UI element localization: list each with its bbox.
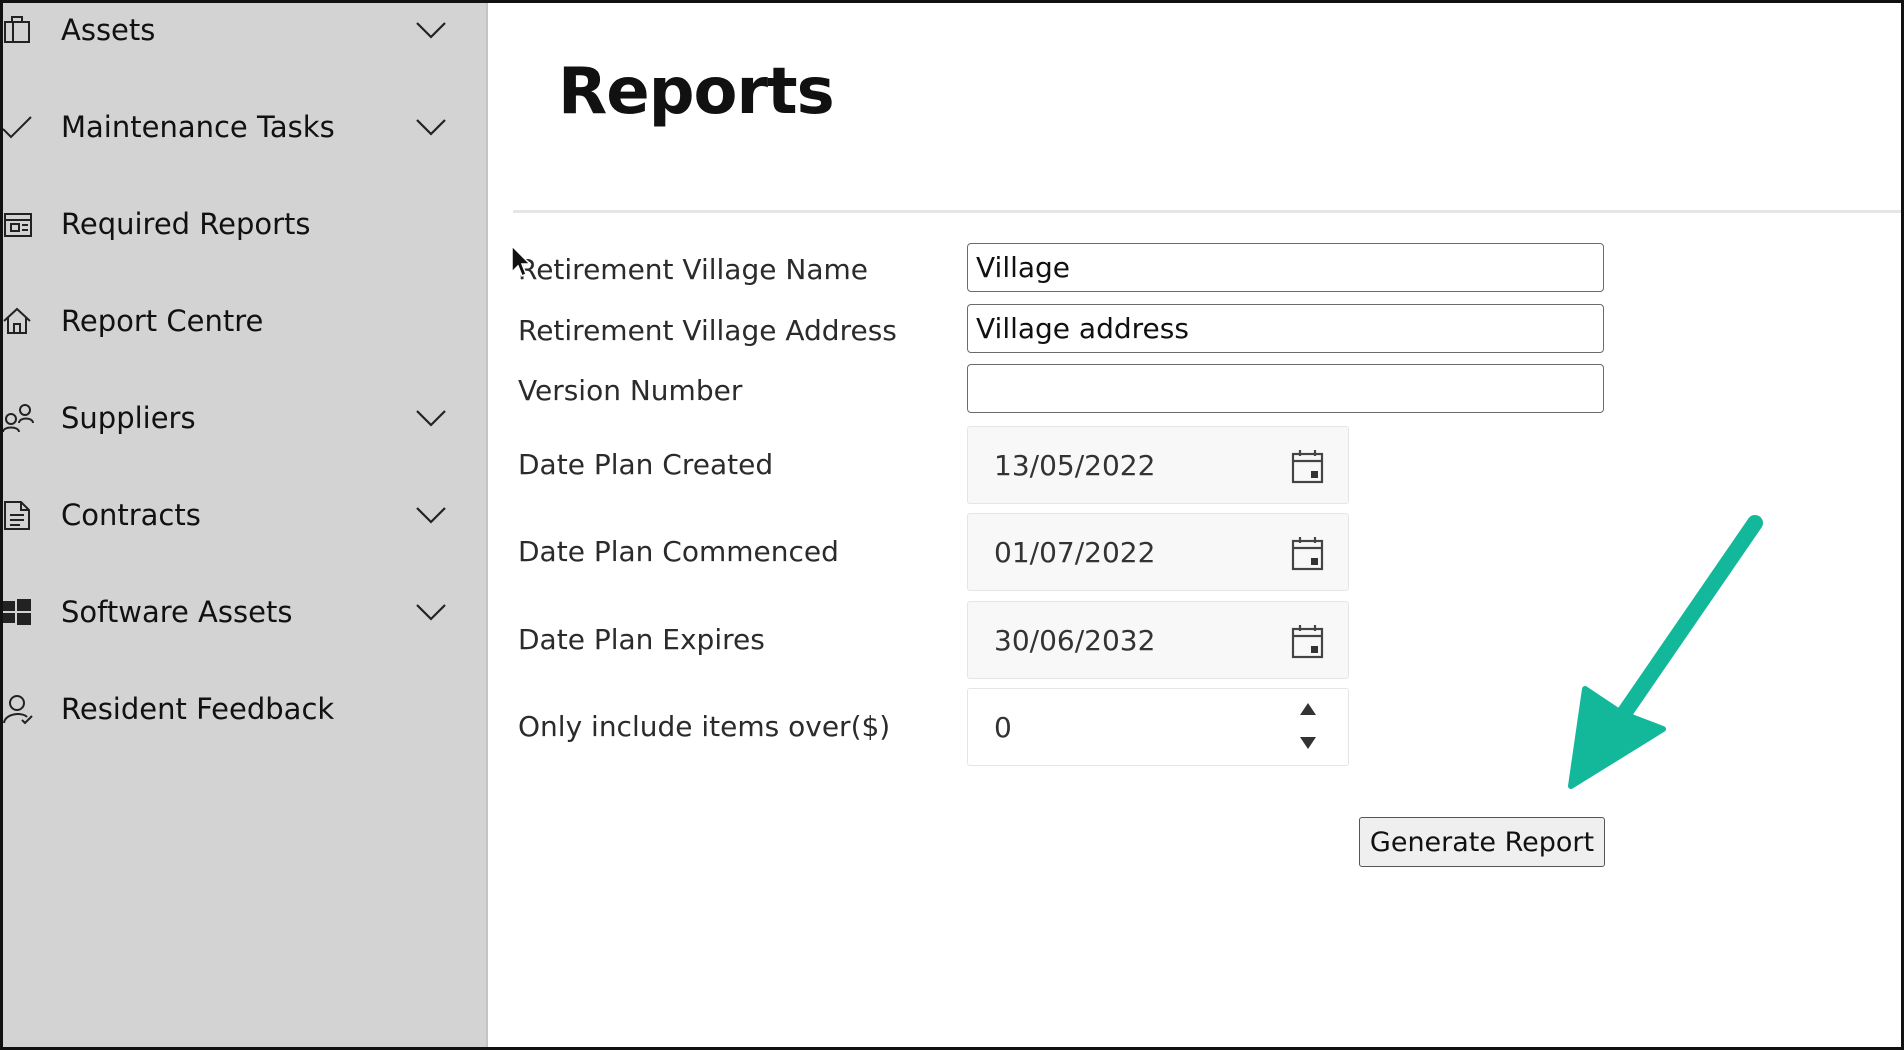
sidebar-item-maintenance-tasks[interactable]: Maintenance Tasks <box>3 92 486 162</box>
page-title: Reports <box>558 55 835 129</box>
date-expires-picker[interactable]: 30/06/2032 <box>967 601 1349 679</box>
sidebar-item-contracts[interactable]: Contracts <box>3 480 486 550</box>
sidebar-item-label: Assets <box>61 13 156 47</box>
sidebar-item-required-reports[interactable]: Required Reports <box>3 189 486 259</box>
date-created-label: Date Plan Created <box>518 448 774 481</box>
min-amount-spinbox[interactable]: 0 <box>967 688 1349 766</box>
village-name-label: Retirement Village Name <box>518 253 868 286</box>
sidebar-item-report-centre[interactable]: Report Centre <box>3 286 486 356</box>
sidebar-item-label: Suppliers <box>61 401 196 435</box>
windows-icon <box>3 595 37 629</box>
document-icon <box>3 498 37 532</box>
app-window: Assets Maintenance Tasks Required Report… <box>0 0 1904 1050</box>
person-check-icon <box>3 692 37 726</box>
sidebar-item-label: Maintenance Tasks <box>61 110 335 144</box>
village-address-input[interactable] <box>967 304 1604 353</box>
date-commenced-label: Date Plan Commenced <box>518 535 839 568</box>
calendar-icon[interactable] <box>1291 536 1325 572</box>
calendar-icon[interactable] <box>1291 449 1325 485</box>
sidebar-item-label: Resident Feedback <box>61 692 335 726</box>
version-number-label: Version Number <box>518 374 743 407</box>
mouse-cursor-icon <box>511 244 533 279</box>
briefcase-icon <box>3 13 37 47</box>
chevron-down-icon[interactable] <box>413 594 449 630</box>
date-commenced-value: 01/07/2022 <box>994 536 1156 569</box>
generate-report-button[interactable]: Generate Report <box>1359 817 1605 867</box>
date-commenced-picker[interactable]: 01/07/2022 <box>967 513 1349 591</box>
sidebar-item-suppliers[interactable]: Suppliers <box>3 383 486 453</box>
chevron-down-icon[interactable] <box>413 12 449 48</box>
home-icon <box>3 304 37 338</box>
chevron-down-icon[interactable] <box>413 109 449 145</box>
version-number-input[interactable] <box>967 364 1604 413</box>
increment-arrow-icon[interactable] <box>1298 701 1318 717</box>
sidebar-item-label: Required Reports <box>61 207 311 241</box>
min-amount-value: 0 <box>994 711 1012 744</box>
sidebar-item-label: Report Centre <box>61 304 264 338</box>
sidebar-item-label: Software Assets <box>61 595 293 629</box>
village-name-input[interactable] <box>967 243 1604 292</box>
date-expires-value: 30/06/2032 <box>994 624 1156 657</box>
sidebar-item-software-assets[interactable]: Software Assets <box>3 577 486 647</box>
chevron-down-icon[interactable] <box>413 400 449 436</box>
decrement-arrow-icon[interactable] <box>1298 735 1318 751</box>
checkmark-icon <box>3 110 37 144</box>
sidebar: Assets Maintenance Tasks Required Report… <box>3 3 488 1047</box>
calendar-icon[interactable] <box>1291 624 1325 660</box>
sidebar-item-resident-feedback[interactable]: Resident Feedback <box>3 674 486 744</box>
date-created-picker[interactable]: 13/05/2022 <box>967 426 1349 504</box>
sidebar-item-label: Contracts <box>61 498 201 532</box>
date-created-value: 13/05/2022 <box>994 449 1156 482</box>
chevron-down-icon[interactable] <box>413 497 449 533</box>
people-icon <box>3 401 37 435</box>
village-address-label: Retirement Village Address <box>518 314 897 347</box>
annotation-arrow-icon <box>1568 515 1763 789</box>
report-icon <box>3 207 37 241</box>
sidebar-item-assets[interactable]: Assets <box>3 3 486 65</box>
header-divider <box>513 210 1901 213</box>
min-amount-label: Only include items over($) <box>518 710 891 743</box>
date-expires-label: Date Plan Expires <box>518 623 765 656</box>
